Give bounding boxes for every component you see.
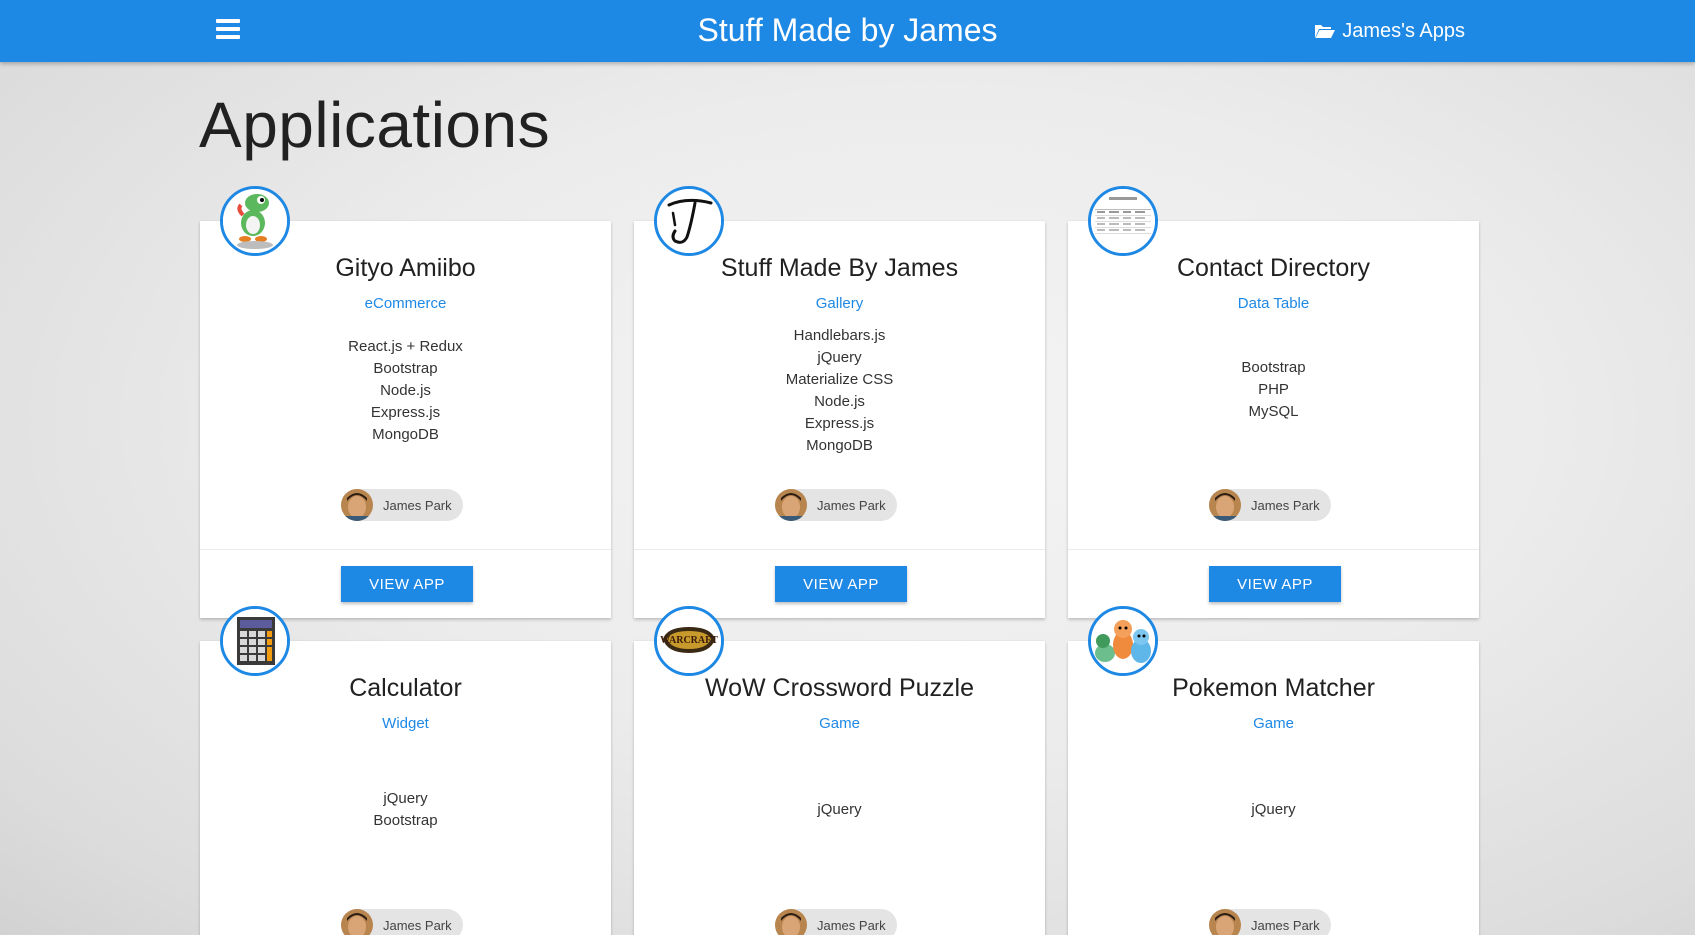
james-apps-label: James's Apps [1342,20,1465,42]
tech-item: jQuery [1251,801,1296,818]
warcraft-logo-thumbnail: WARCRAFT [654,606,724,676]
tech-item: MongoDB [372,426,439,443]
tech-item: Handlebars.js [793,327,886,344]
folder-open-icon [1314,23,1336,39]
app-card-wow-crossword-puzzle: WARCRAFT WoW Crossword Puzzle Game jQuer… [634,606,1045,935]
tech-item: Bootstrap [1241,359,1306,376]
card-title: Contact Directory [1176,254,1371,282]
tech-list: Bootstrap PHP MySQL [1068,357,1479,423]
tech-list: React.js + Redux Bootstrap Node.js Expre… [200,336,611,446]
author-avatar [1209,489,1241,521]
view-app-button[interactable]: VIEW APP [775,566,907,602]
tech-item: PHP [1258,381,1289,398]
tech-list: jQuery [634,799,1045,821]
card-category-link[interactable]: Gallery [634,295,1045,312]
tech-item: jQuery [383,790,428,807]
hamburger-menu-icon[interactable] [216,19,240,41]
tech-item: Node.js [814,393,865,410]
page-title: Applications [199,89,551,161]
author-name: James Park [1251,497,1320,513]
tech-list: jQuery Bootstrap [200,788,611,832]
calculator-thumbnail [220,606,290,676]
author-chip[interactable]: James Park [1209,489,1331,521]
card-title: Stuff Made By James [720,254,959,282]
card-title: Gityo Amiibo [335,254,476,282]
tech-item: React.js + Redux [348,338,463,355]
tech-item: Node.js [380,382,431,399]
author-avatar [1209,909,1241,935]
author-name: James Park [817,917,886,933]
warcraft-logo-text: WARCRAFT [660,635,718,646]
yoshi-amiibo-thumbnail [220,186,290,256]
tech-item: MySQL [1248,403,1299,420]
tech-item: Express.js [370,404,441,421]
app-card-calculator: Calculator Widget jQuery Bootstrap James… [200,606,611,935]
tech-item: Materialize CSS [785,371,894,388]
card-category-link[interactable]: eCommerce [200,295,611,312]
app-card-pokemon-matcher: Pokemon Matcher Game jQuery James Park [1068,606,1479,935]
author-chip[interactable]: James Park [775,489,897,521]
author-name: James Park [383,497,452,513]
tech-item: jQuery [817,349,862,366]
app-card-gityo-amiibo: Gityo Amiibo eCommerce React.js + Redux … [200,186,611,618]
card-title: WoW Crossword Puzzle [704,674,975,702]
data-table-thumbnail [1088,186,1158,256]
card-category-link[interactable]: Game [634,715,1045,732]
app-card-contact-directory: Contact Directory Data Table Bootstrap P… [1068,186,1479,618]
tech-item: Bootstrap [373,812,438,829]
tech-list: jQuery [1068,799,1479,821]
site-brand[interactable]: Stuff Made by James [698,12,998,48]
tech-item: jQuery [817,801,862,818]
tech-item: Bootstrap [373,360,438,377]
james-apps-link[interactable]: James's Apps [1314,0,1465,62]
author-name: James Park [383,917,452,933]
j-logo-thumbnail [654,186,724,256]
tech-item: MongoDB [806,437,873,454]
author-chip[interactable]: James Park [775,909,897,935]
author-chip[interactable]: James Park [1209,909,1331,935]
author-avatar [341,489,373,521]
author-name: James Park [1251,917,1320,933]
pokemon-starters-thumbnail [1088,606,1158,676]
author-name: James Park [817,497,886,513]
author-avatar [775,909,807,935]
author-avatar [341,909,373,935]
author-chip[interactable]: James Park [341,909,463,935]
view-app-button[interactable]: VIEW APP [1209,566,1341,602]
tech-item: Express.js [804,415,875,432]
app-card-stuff-made-by-james: Stuff Made By James Gallery Handlebars.j… [634,186,1045,618]
author-avatar [775,489,807,521]
card-category-link[interactable]: Widget [200,715,611,732]
card-title: Pokemon Matcher [1172,674,1375,702]
top-navbar: Stuff Made by James James's Apps [0,0,1695,62]
card-category-link[interactable]: Game [1068,715,1479,732]
view-app-button[interactable]: VIEW APP [341,566,473,602]
card-title: Calculator [349,674,462,702]
author-chip[interactable]: James Park [341,489,463,521]
card-category-link[interactable]: Data Table [1068,295,1479,312]
tech-list: Handlebars.js jQuery Materialize CSS Nod… [634,325,1045,457]
